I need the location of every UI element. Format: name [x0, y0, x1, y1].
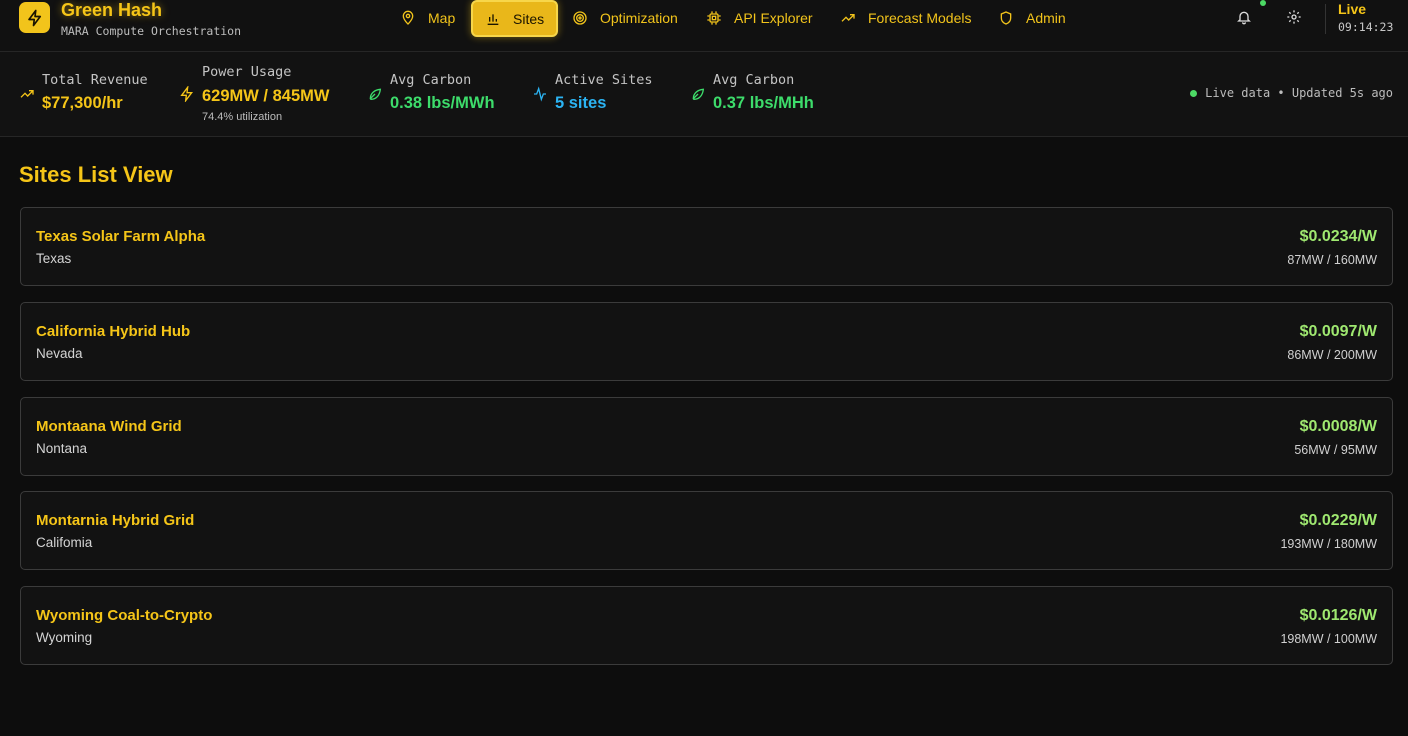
site-price: $0.0229/W [1299, 512, 1377, 529]
site-capacity: 56MW / 95MW [1294, 443, 1377, 457]
logo[interactable] [19, 2, 50, 33]
site-location: Nevada [36, 346, 83, 361]
site-price: $0.0097/W [1299, 323, 1377, 340]
metric-label: Avg Carbon [713, 72, 795, 88]
metric-subtext: 74.4% utilization [202, 111, 283, 123]
metric-label: Avg Carbon [390, 72, 472, 88]
leaf-icon [692, 88, 705, 101]
site-location: Nontana [36, 441, 88, 456]
site-price: $0.0008/W [1299, 418, 1377, 435]
nav-item-label: Optimization [600, 10, 678, 26]
bar-chart-icon [487, 13, 499, 25]
trending-up-icon [841, 14, 855, 22]
metrics-bar: Total Revenue $77,300/hr Power Usage 629… [0, 52, 1408, 137]
page-title: Sites List View [19, 162, 173, 187]
metric-value: 0.37 lbs/MHh [713, 94, 814, 112]
top-navbar: Green Hash MARA Compute Orchestration Ma… [0, 0, 1408, 52]
nav-item-label: Sites [513, 10, 545, 27]
map-pin-icon [402, 10, 414, 25]
trending-up-icon [20, 90, 34, 98]
brand-subtitle: MARA Compute Orchestration [61, 24, 242, 38]
site-location: Califomia [36, 535, 93, 550]
nav-item-api-explorer[interactable]: API Explorer [706, 0, 813, 36]
metric-value: 629MW / 845MW [202, 87, 330, 105]
site-name: Wyoming Coal-to-Crypto [36, 607, 213, 624]
site-card[interactable]: Montarnia Hybrid Grid Califomia $0.0229/… [20, 491, 1393, 570]
site-capacity: 193MW / 180MW [1280, 537, 1377, 551]
cpu-chip-icon [707, 11, 721, 25]
live-dot [1190, 89, 1198, 97]
lightning-icon [27, 9, 41, 26]
gear-icon[interactable] [1286, 9, 1302, 25]
live-data-status: Live data • Updated 5s ago [1190, 86, 1393, 100]
site-card[interactable]: California Hybrid Hub Nevada $0.0097/W 8… [20, 302, 1393, 381]
metric-value: 0.38 lbs/MWh [390, 94, 495, 112]
shield-icon [1000, 11, 1012, 25]
nav-item-label: Map [428, 10, 456, 26]
brand-title: Green Hash [61, 0, 163, 20]
nav-item-label: Forecast Models [868, 10, 972, 26]
activity-icon [534, 86, 546, 102]
metric-label: Power Usage [202, 64, 292, 80]
nav-item-label: Admin [1026, 10, 1066, 26]
live-label: Live [1338, 1, 1367, 17]
nav-item-admin[interactable]: Admin [998, 0, 1066, 36]
site-capacity: 87MW / 160MW [1287, 253, 1377, 267]
lightning-icon [180, 86, 193, 102]
site-name: Montarnia Hybrid Grid [36, 512, 195, 529]
bell-icon[interactable] [1236, 9, 1252, 25]
site-name: California Hybrid Hub [36, 323, 191, 340]
metric-label: Total Revenue [42, 72, 148, 88]
clock-time: 09:14:23 [1338, 20, 1394, 34]
leaf-icon [369, 88, 382, 101]
divider [1325, 4, 1326, 34]
nav-item-label: API Explorer [734, 10, 813, 26]
nav-item-sites[interactable]: Sites [471, 0, 559, 37]
site-name: Montaana Wind Grid [36, 418, 182, 435]
nav-item-map[interactable]: Map [400, 0, 455, 36]
site-price: $0.0234/W [1299, 228, 1377, 245]
site-price: $0.0126/W [1299, 607, 1377, 624]
metric-value: $77,300/hr [42, 94, 123, 112]
nav-item-forecast-models[interactable]: Forecast Models [840, 0, 971, 36]
metric-label: Active Sites [555, 72, 653, 88]
site-name: Texas Solar Farm Alpha [36, 228, 206, 245]
site-location: Wyoming [36, 630, 93, 645]
notification-dot [1260, 0, 1266, 6]
site-capacity: 86MW / 200MW [1287, 348, 1377, 362]
live-data-text: Live data • Updated 5s ago [1205, 86, 1393, 100]
site-card[interactable]: Montaana Wind Grid Nontana $0.0008/W 56M… [20, 397, 1393, 476]
site-location: Texas [36, 251, 72, 266]
site-card[interactable]: Texas Solar Farm Alpha Texas $0.0234/W 8… [20, 207, 1393, 286]
nav-item-optimization[interactable]: Optimization [572, 0, 678, 36]
target-icon [573, 11, 587, 25]
metric-value: 5 sites [555, 94, 607, 112]
site-card[interactable]: Wyoming Coal-to-Crypto Wyoming $0.0126/W… [20, 586, 1393, 665]
site-capacity: 198MW / 100MW [1280, 632, 1377, 646]
